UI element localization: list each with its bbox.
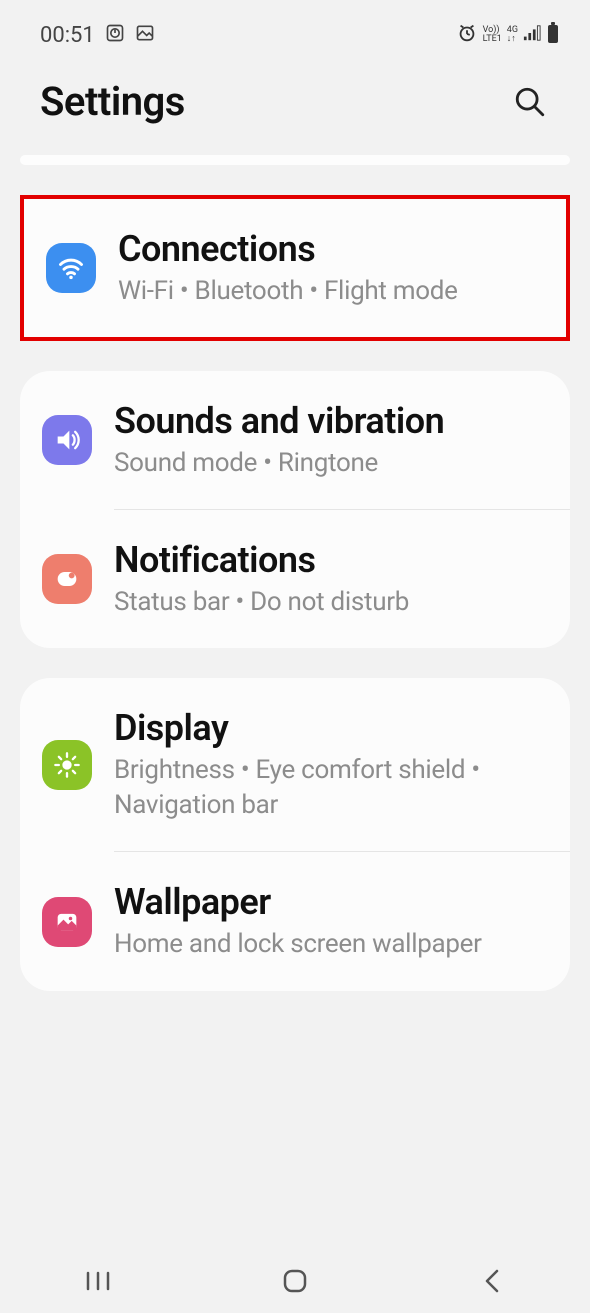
item-wallpaper[interactable]: Wallpaper Home and lock screen wallpaper bbox=[20, 852, 570, 990]
status-bar: 00:51 Vo))LTE1 4G↓↑ bbox=[0, 0, 590, 60]
clock-status-icon bbox=[105, 23, 125, 47]
wallpaper-title: Wallpaper bbox=[114, 880, 548, 925]
navigation-bar bbox=[0, 1248, 590, 1313]
back-icon bbox=[481, 1267, 503, 1295]
sound-icon bbox=[42, 415, 92, 465]
search-button[interactable] bbox=[510, 82, 550, 122]
back-button[interactable] bbox=[432, 1261, 552, 1301]
card-display-wallpaper: Display Brightness • Eye comfort shield … bbox=[20, 678, 570, 990]
signal-icon bbox=[523, 24, 541, 46]
status-time: 00:51 bbox=[40, 23, 95, 48]
volte-indicator: Vo))LTE1 bbox=[483, 26, 502, 44]
display-subtitle: Brightness • Eye comfort shield • Naviga… bbox=[114, 753, 548, 823]
card-connections: Connections Wi-Fi • Bluetooth • Flight m… bbox=[20, 195, 570, 341]
notifications-icon bbox=[42, 554, 92, 604]
settings-header: Settings bbox=[0, 60, 590, 155]
connections-subtitle: Wi-Fi • Bluetooth • Flight mode bbox=[118, 274, 544, 309]
home-icon bbox=[281, 1267, 309, 1295]
item-display[interactable]: Display Brightness • Eye comfort shield … bbox=[20, 678, 570, 851]
status-left: 00:51 bbox=[40, 23, 155, 48]
network-4g-indicator: 4G↓↑ bbox=[507, 26, 518, 44]
top-sliver bbox=[20, 155, 570, 165]
wallpaper-icon bbox=[42, 897, 92, 947]
item-sounds[interactable]: Sounds and vibration Sound mode • Ringto… bbox=[20, 371, 570, 509]
search-icon bbox=[513, 85, 547, 119]
item-connections[interactable]: Connections Wi-Fi • Bluetooth • Flight m… bbox=[24, 199, 566, 337]
notifications-title: Notifications bbox=[114, 538, 548, 583]
recents-button[interactable] bbox=[38, 1261, 158, 1301]
wallpaper-subtitle: Home and lock screen wallpaper bbox=[114, 927, 548, 962]
battery-icon bbox=[546, 22, 560, 48]
connections-title: Connections bbox=[118, 227, 544, 272]
wifi-icon bbox=[46, 243, 96, 293]
sounds-title: Sounds and vibration bbox=[114, 399, 548, 444]
image-status-icon bbox=[135, 23, 155, 47]
recents-icon bbox=[84, 1270, 112, 1292]
card-sounds-notifications: Sounds and vibration Sound mode • Ringto… bbox=[20, 371, 570, 648]
status-right: Vo))LTE1 4G↓↑ bbox=[456, 22, 560, 48]
display-title: Display bbox=[114, 706, 548, 751]
display-icon bbox=[42, 740, 92, 790]
notifications-subtitle: Status bar • Do not disturb bbox=[114, 585, 548, 620]
sounds-subtitle: Sound mode • Ringtone bbox=[114, 446, 548, 481]
page-title: Settings bbox=[40, 78, 185, 125]
item-notifications[interactable]: Notifications Status bar • Do not distur… bbox=[20, 510, 570, 648]
home-button[interactable] bbox=[235, 1261, 355, 1301]
alarm-icon bbox=[456, 22, 478, 48]
